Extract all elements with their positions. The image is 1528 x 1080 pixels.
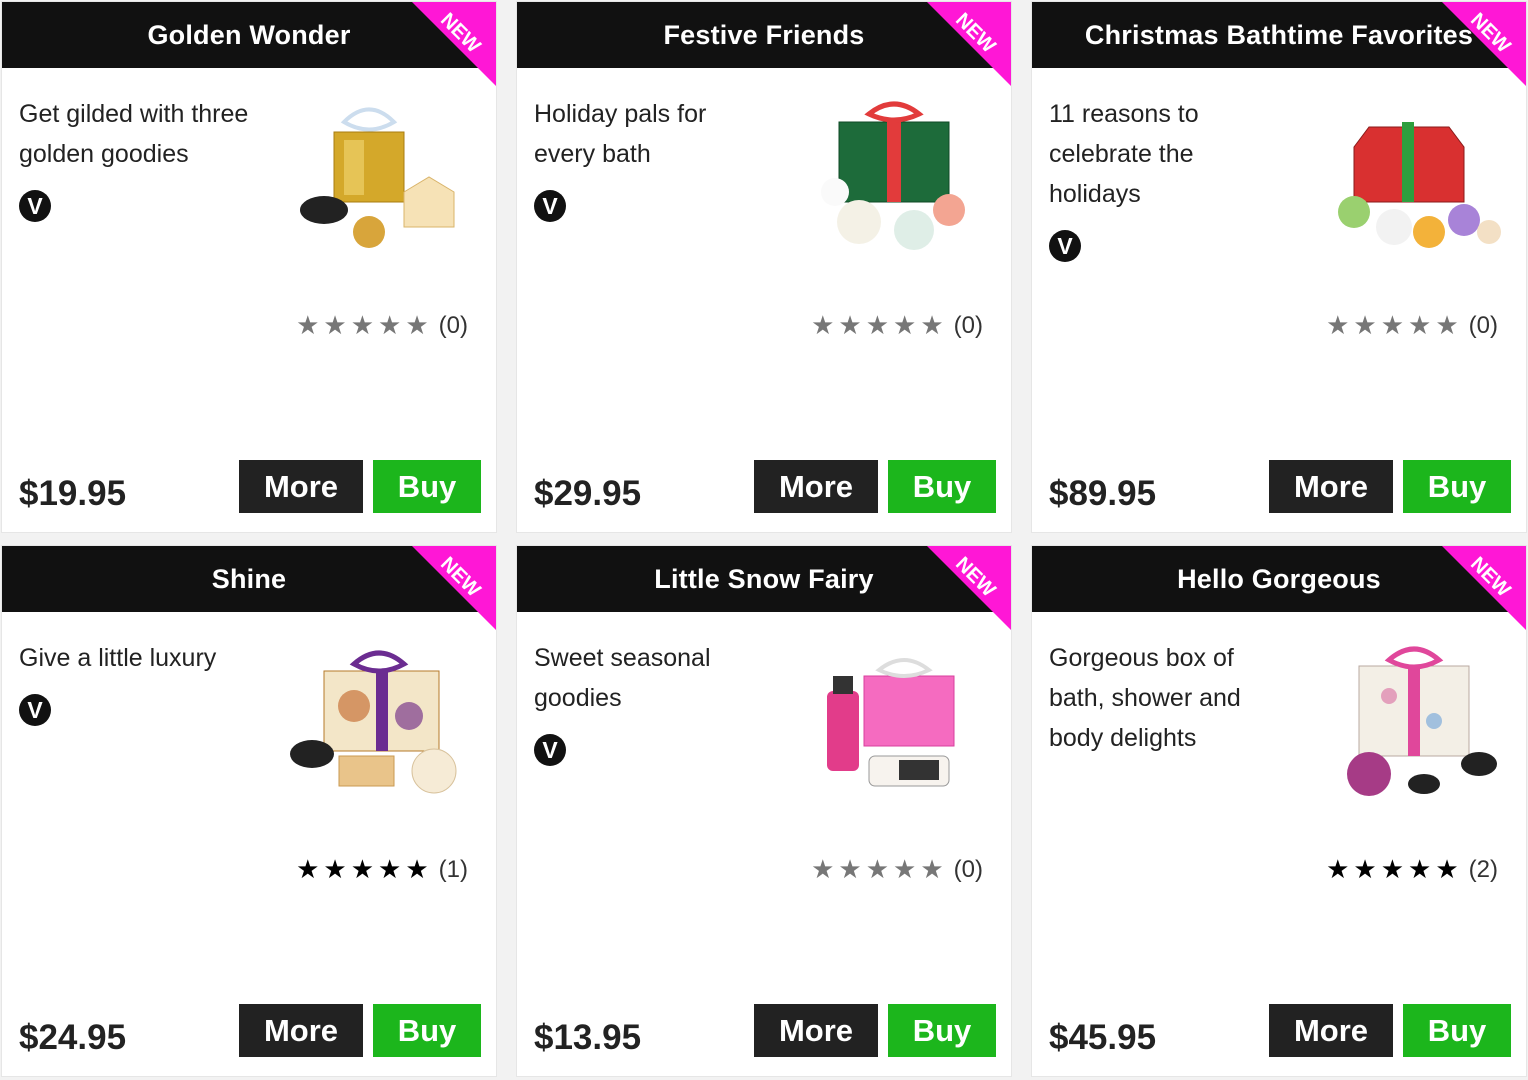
- more-button[interactable]: More: [239, 1004, 363, 1057]
- product-description: Gorgeous box of bath, shower and body de…: [1049, 644, 1241, 752]
- product-description: 11 reasons to celebrate the holidays: [1049, 100, 1199, 208]
- product-description: Give a little luxury: [19, 644, 217, 672]
- product-price: $29.95: [534, 474, 642, 513]
- rating-count: (0): [953, 311, 983, 339]
- product-description-block: Get gilded with three golden goodies V: [19, 94, 249, 222]
- rating: ★★★★★ (0): [1326, 310, 1498, 341]
- product-image[interactable]: [799, 92, 989, 262]
- product-description-block: Sweet seasonal goodies V: [534, 638, 764, 766]
- star-rating-icon: ★★★★★: [811, 310, 948, 340]
- star-rating-icon: ★★★★★: [1326, 854, 1463, 884]
- product-description: Sweet seasonal goodies: [534, 644, 711, 712]
- product-price: $89.95: [1049, 474, 1157, 513]
- more-button[interactable]: More: [754, 460, 878, 513]
- rating-count: (0): [438, 311, 468, 339]
- vegan-icon: V: [534, 190, 566, 222]
- rating-count: (1): [438, 855, 468, 883]
- more-button[interactable]: More: [239, 460, 363, 513]
- product-image[interactable]: [799, 636, 989, 806]
- rating-count: (0): [953, 855, 983, 883]
- product-card: Festive Friends NEW Holiday pals for eve…: [516, 1, 1012, 533]
- new-ribbon: NEW: [927, 546, 1011, 630]
- product-price: $45.95: [1049, 1018, 1157, 1057]
- buy-button[interactable]: Buy: [888, 460, 996, 513]
- buy-button[interactable]: Buy: [373, 460, 481, 513]
- product-card: Hello Gorgeous NEW Gorgeous box of bath,…: [1031, 545, 1527, 1077]
- more-button[interactable]: More: [1269, 460, 1393, 513]
- rating-count: (2): [1468, 855, 1498, 883]
- buy-button[interactable]: Buy: [373, 1004, 481, 1057]
- new-ribbon: NEW: [927, 2, 1011, 86]
- product-card: Golden Wonder NEW Get gilded with three …: [1, 1, 497, 533]
- product-card: Little Snow Fairy NEW Sweet seasonal goo…: [516, 545, 1012, 1077]
- product-image[interactable]: [1314, 92, 1504, 262]
- product-description-block: 11 reasons to celebrate the holidays V: [1049, 94, 1279, 262]
- product-image[interactable]: [1314, 636, 1504, 806]
- product-description: Get gilded with three golden goodies: [19, 100, 249, 168]
- star-rating-icon: ★★★★★: [1326, 310, 1463, 340]
- product-description-block: Holiday pals for every bath V: [534, 94, 764, 222]
- rating: ★★★★★ (0): [296, 310, 468, 341]
- product-grid: Golden Wonder NEW Get gilded with three …: [0, 0, 1528, 1080]
- new-ribbon: NEW: [1442, 2, 1526, 86]
- product-image[interactable]: [284, 636, 474, 806]
- vegan-icon: V: [19, 190, 51, 222]
- product-card: Christmas Bathtime Favorites NEW 11 reas…: [1031, 1, 1527, 533]
- more-button[interactable]: More: [1269, 1004, 1393, 1057]
- vegan-icon: V: [1049, 230, 1081, 262]
- new-ribbon: NEW: [1442, 546, 1526, 630]
- new-ribbon: NEW: [412, 546, 496, 630]
- buy-button[interactable]: Buy: [1403, 460, 1511, 513]
- rating: ★★★★★ (2): [1326, 854, 1498, 885]
- vegan-icon: V: [19, 694, 51, 726]
- star-rating-icon: ★★★★★: [811, 854, 948, 884]
- buy-button[interactable]: Buy: [888, 1004, 996, 1057]
- product-image[interactable]: [284, 92, 474, 262]
- rating: ★★★★★ (0): [811, 310, 983, 341]
- buy-button[interactable]: Buy: [1403, 1004, 1511, 1057]
- product-description: Holiday pals for every bath: [534, 100, 707, 168]
- new-ribbon: NEW: [412, 2, 496, 86]
- rating-count: (0): [1468, 311, 1498, 339]
- product-description-block: Gorgeous box of bath, shower and body de…: [1049, 638, 1279, 758]
- product-price: $13.95: [534, 1018, 642, 1057]
- rating: ★★★★★ (1): [296, 854, 468, 885]
- product-description-block: Give a little luxury V: [19, 638, 249, 726]
- rating: ★★★★★ (0): [811, 854, 983, 885]
- vegan-icon: V: [534, 734, 566, 766]
- product-card: Shine NEW Give a little luxury V ★★★★★ (…: [1, 545, 497, 1077]
- star-rating-icon: ★★★★★: [296, 854, 433, 884]
- product-price: $24.95: [19, 1018, 127, 1057]
- more-button[interactable]: More: [754, 1004, 878, 1057]
- star-rating-icon: ★★★★★: [296, 310, 433, 340]
- product-price: $19.95: [19, 474, 127, 513]
